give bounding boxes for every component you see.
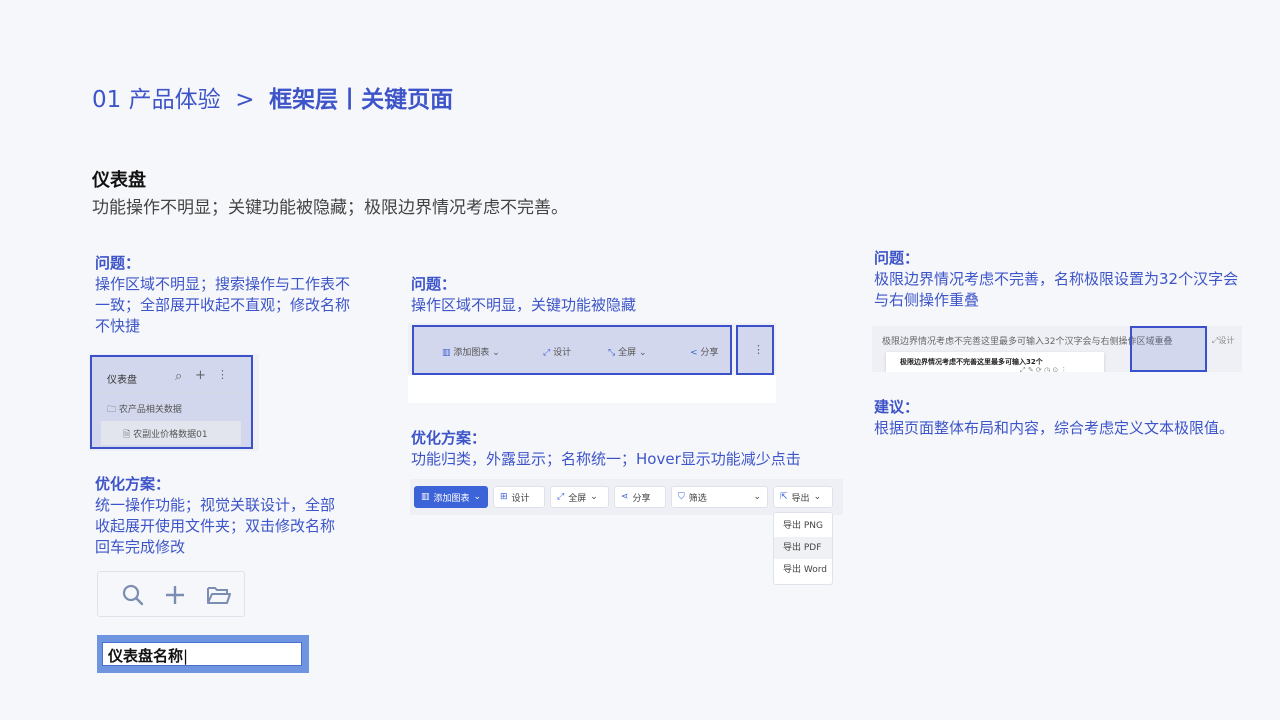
chevron-down-icon: ⌄ (473, 492, 482, 502)
col2-solution-text: 功能归类，外露显示；名称统一；Hover显示功能减少点击 (411, 450, 801, 468)
tooltip: 极限边界情况考虑不完善这里最多可输入32个 ⤢ ✎ ⟳ ◷ ⊙ ⋮ (886, 352, 1104, 372)
export-icon: ⇱ (780, 492, 788, 502)
tooltip-action-icons: ⤢ ✎ ⟳ ◷ ⊙ ⋮ (1020, 366, 1068, 372)
col1-problem-title: 问题： (95, 254, 141, 272)
export-menu: 导出 PNG 导出 PDF 导出 Word (773, 512, 833, 585)
page-header: 01 产品体验 > 框架层丨关键页面 (92, 80, 453, 114)
share-button[interactable]: ⋖ 分享 (614, 486, 666, 508)
col1-solution: 优化方案： 统一操作功能；视觉关联设计，全部收起展开使用文件夹；双击修改名称回车… (95, 474, 345, 558)
bar-chart-icon: ▥ (442, 348, 451, 358)
share-icon: < (690, 348, 698, 358)
col2-problem: 问题： 操作区域不明显，关键功能被隐藏 (411, 274, 711, 316)
section-subtitle: 功能操作不明显；关键功能被隐藏；极限边界情况考虑不完善。 (92, 198, 568, 218)
highlight-box (1130, 326, 1207, 372)
col3-suggestion-title: 建议： (874, 398, 920, 416)
tree-title: 仪表盘 (107, 375, 137, 386)
rename-input[interactable]: 仪表盘名称| (102, 642, 302, 666)
chevron-down-icon: ⌄ (638, 348, 647, 358)
folder-label: 农产品相关数据 (118, 405, 182, 415)
filter-dropdown[interactable]: ⛉ 筛选 ⌄ (671, 486, 768, 508)
new-icon-bar (97, 571, 245, 617)
export-png-option[interactable]: 导出 PNG (774, 515, 832, 537)
page-title: 框架层丨关键页面 (269, 87, 454, 113)
folder-open-icon[interactable] (206, 584, 232, 606)
col3-problem: 问题： 极限边界情况考虑不完善，名称极限设置为32个汉字会与右侧操作重叠 (874, 248, 1244, 311)
add-icon[interactable]: + (195, 368, 206, 383)
col2-solution: 优化方案： 功能归类，外露显示；名称统一；Hover显示功能减少点击 (411, 428, 841, 470)
fullscreen-label: 全屏 (568, 493, 587, 504)
add-icon[interactable] (164, 584, 186, 606)
col2-problem-text: 操作区域不明显，关键功能被隐藏 (411, 296, 637, 314)
fullscreen-icon: ⤢ (557, 492, 565, 502)
export-pdf-option[interactable]: 导出 PDF (774, 537, 832, 559)
add-chart-label: 添加图表 (433, 493, 470, 504)
file-icon: 🗎 (123, 430, 131, 440)
col3-suggestion-text: 根据页面整体布局和内容，综合考虑定义文本极限值。 (874, 419, 1235, 437)
filter-icon: ⛉ (678, 492, 685, 502)
share-icon: ⋖ (621, 492, 629, 502)
col1-solution-text: 统一操作功能；视觉关联设计，全部收起展开使用文件夹；双击修改名称回车完成修改 (95, 496, 336, 556)
bar-chart-icon: ▥ (421, 492, 430, 502)
design-label: 设计 (553, 348, 572, 358)
fullscreen-button[interactable]: ⤢ 全屏 ⌄ (550, 486, 609, 508)
filter-label: 筛选 (688, 493, 707, 504)
folder-icon: 🗀 (107, 405, 117, 415)
col1-solution-title: 优化方案： (95, 475, 171, 493)
add-chart-button[interactable]: ▥ 添加图表 ⌄ (414, 486, 488, 508)
col2-problem-title: 问题： (411, 275, 457, 293)
design-icon: ⊞ (500, 492, 508, 502)
long-title-text: 极限边界情况考虑不完善这里最多可输入32个汉字会与右侧操作区域重叠 (882, 337, 1173, 347)
divider (97, 392, 247, 393)
col3-problem-text: 极限边界情况考虑不完善，名称极限设置为32个汉字会与右侧操作重叠 (874, 270, 1239, 309)
share-label: 分享 (700, 348, 719, 358)
file-item[interactable]: 🗎 农副业价格数据01 (123, 427, 208, 443)
chevron-down-icon: ⌄ (590, 492, 598, 502)
chevron-down-icon: ⌄ (492, 348, 500, 358)
design-icon: ⤢ (543, 348, 551, 358)
add-chart-button[interactable]: ▥ 添加图表 ⌄ (442, 345, 500, 358)
chevron-down-icon: ⌄ (753, 492, 761, 502)
fullscreen-button[interactable]: ⤡ 全屏 ⌄ (608, 345, 647, 358)
file-label: 农副业价格数据01 (133, 430, 208, 440)
col3-suggestion: 建议： 根据页面整体布局和内容，综合考虑定义文本极限值。 (874, 397, 1254, 439)
export-dropdown[interactable]: ⇱ 导出 ⌄ (773, 486, 833, 508)
design-label: 设计 (511, 493, 530, 504)
share-label: 分享 (632, 493, 651, 504)
search-icon[interactable]: ⌕ (175, 369, 182, 384)
col1-problem-text: 操作区域不明显；搜索操作与工作表不一致；全部展开收起不直观；修改名称不快捷 (95, 275, 351, 335)
more-icon[interactable]: ⋮ (753, 343, 764, 356)
rename-field-wrap: 仪表盘名称| (97, 635, 309, 673)
section-title: 仪表盘 (92, 170, 146, 191)
rename-value: 仪表盘名称 (108, 647, 184, 665)
design-button[interactable]: ⤢ 设计 (543, 345, 571, 358)
old-toolbar-screenshot: ▥ 添加图表 ⌄ ⤢ 设计 ⤡ 全屏 ⌄ < 分享 ⋮ (408, 323, 776, 403)
col2-solution-title: 优化方案： (411, 429, 487, 447)
breadcrumb-prefix: 01 产品体验 > (92, 87, 270, 113)
export-label: 导出 (791, 493, 810, 504)
fullscreen-icon: ⤡ (608, 348, 616, 358)
add-chart-label: 添加图表 (453, 348, 490, 358)
long-title-screenshot: 极限边界情况考虑不完善这里最多可输入32个汉字会与右侧操作区域重叠 极限边界情况… (872, 326, 1242, 372)
fullscreen-label: 全屏 (618, 348, 637, 358)
share-button[interactable]: < 分享 (690, 345, 718, 358)
design-button[interactable]: ⤢设计 (1212, 335, 1234, 346)
col1-problem: 问题： 操作区域不明显；搜索操作与工作表不一致；全部展开收起不直观；修改名称不快… (95, 253, 360, 337)
more-icon[interactable]: ⋮ (217, 368, 228, 381)
col3-problem-title: 问题： (874, 249, 920, 267)
export-word-option[interactable]: 导出 Word (774, 559, 832, 581)
old-tree-screenshot: 仪表盘 ⌕ + ⋮ 🗀 农产品相关数据 🗎 农副业价格数据01 (89, 354, 259, 451)
chevron-down-icon: ⌄ (813, 492, 822, 502)
design-button[interactable]: ⊞ 设计 (493, 486, 545, 508)
design-label: 设计 (1218, 336, 1235, 345)
search-icon[interactable] (122, 584, 144, 606)
folder-item[interactable]: 🗀 农产品相关数据 (107, 402, 182, 418)
